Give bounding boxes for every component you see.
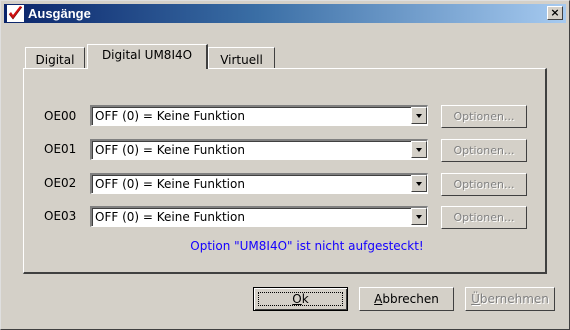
- close-button[interactable]: ×: [547, 6, 563, 20]
- apply-button[interactable]: Übernehmen: [465, 287, 555, 311]
- tab-virtuell[interactable]: Virtuell: [208, 47, 275, 68]
- dialog-window: Ausgänge × Digital Digital UM8I4O Virtue…: [0, 0, 570, 330]
- tab-digital[interactable]: Digital: [25, 47, 85, 68]
- tab-label: Digital: [35, 53, 75, 67]
- button-label: bernehmen: [479, 292, 549, 306]
- window-title: Ausgänge: [28, 6, 91, 21]
- tab-panel: [23, 68, 547, 274]
- tab-label: Virtuell: [220, 53, 263, 67]
- tab-digital-um8i4o[interactable]: Digital UM8I4O: [87, 44, 208, 69]
- focus-rectangle: [258, 292, 343, 306]
- tab-label: Digital UM8I4O: [101, 48, 193, 62]
- button-label: bbrechen: [382, 292, 439, 306]
- accel-letter: Ü: [471, 292, 480, 306]
- close-icon: ×: [550, 6, 560, 19]
- ok-button[interactable]: Ok: [253, 287, 348, 311]
- red-checkmark-icon: [7, 5, 24, 22]
- cancel-button[interactable]: Abbrechen: [359, 287, 454, 311]
- title-bar[interactable]: Ausgänge ×: [4, 4, 566, 23]
